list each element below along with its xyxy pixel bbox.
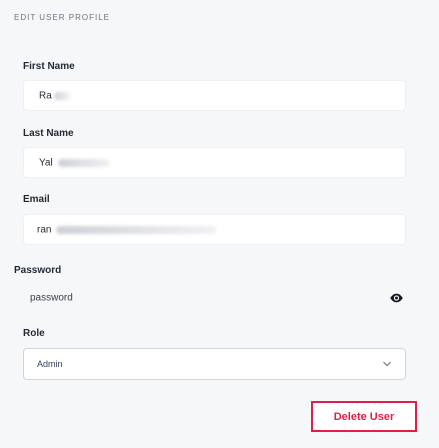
password-value: password (30, 292, 73, 304)
redacted-text (58, 158, 110, 167)
password-label: Password (14, 265, 62, 276)
redacted-text (56, 225, 216, 234)
role-select[interactable]: Admin (23, 348, 406, 380)
password-field[interactable]: password (14, 288, 404, 308)
edit-user-profile-page: EDIT USER PROFILE First Name Ra Last Nam… (0, 0, 439, 448)
email-field[interactable]: ran (23, 214, 406, 245)
role-label: Role (23, 328, 45, 339)
last-name-field[interactable]: Yal (23, 147, 406, 178)
role-value: Admin (37, 359, 63, 369)
email-label: Email (23, 194, 50, 205)
first-name-value: Ra (39, 90, 52, 101)
redacted-text (54, 91, 70, 100)
email-value: ran (37, 224, 52, 235)
section-title: EDIT USER PROFILE (14, 13, 110, 22)
eye-icon[interactable] (389, 293, 404, 303)
first-name-label: First Name (23, 61, 75, 72)
last-name-label: Last Name (23, 128, 74, 139)
delete-user-label: Delete User (333, 410, 395, 423)
chevron-down-icon (383, 361, 391, 367)
first-name-field[interactable]: Ra (23, 80, 406, 111)
last-name-value: Yal (39, 157, 53, 168)
delete-user-button[interactable]: Delete User (311, 401, 417, 432)
